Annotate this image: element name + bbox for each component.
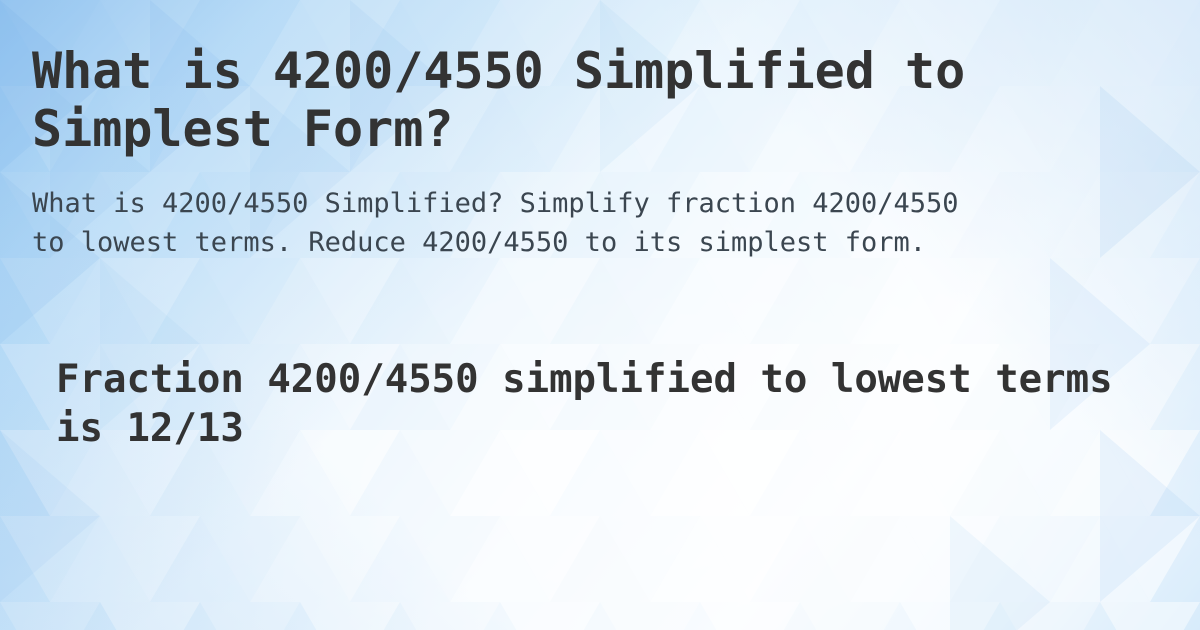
page-canvas: What is 4200/4550 Simplified to Simplest… (0, 0, 1200, 630)
answer-result: Fraction 4200/4550 simplified to lowest … (56, 357, 1113, 451)
page-description: What is 4200/4550 Simplified? Simplify f… (32, 188, 959, 258)
footer-bar: 14/26 7/13 Fraction Simplifier Calculato… (0, 544, 1200, 630)
main-content: What is 4200/4550 Simplified to Simplest… (0, 0, 1200, 630)
page-title: What is 4200/4550 Simplified to Simplest… (32, 42, 966, 158)
